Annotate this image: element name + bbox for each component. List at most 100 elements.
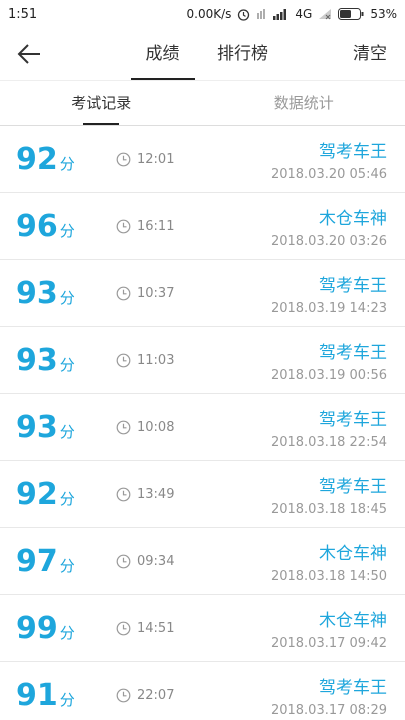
rank-title: 驾考车王	[319, 342, 387, 363]
tab-leaderboard[interactable]: 排行榜	[203, 28, 283, 80]
status-bar: 1:51 0.00K/s 4G 53%	[0, 0, 405, 28]
duration: 16:11	[116, 219, 174, 234]
duration-text: 22:07	[137, 687, 175, 703]
duration: 14:51	[116, 621, 174, 636]
tab-scores[interactable]: 成绩	[123, 28, 203, 80]
rank-title: 驾考车王	[319, 141, 387, 162]
clock-icon	[116, 353, 131, 367]
list-item[interactable]: 97 分 09:34 木仓车神 2018.03.18 14:50	[0, 528, 405, 595]
sub-tabs: 考试记录 数据统计	[0, 80, 405, 126]
record-datetime: 2018.03.20 05:46	[270, 166, 387, 182]
record-meta: 驾考车王 2018.03.17 08:29	[271, 673, 405, 718]
duration-text: 10:08	[137, 419, 175, 435]
score-unit: 分	[59, 489, 75, 508]
battery-icon	[338, 8, 364, 20]
duration-text: 13:49	[137, 486, 175, 502]
signal-icon	[273, 8, 289, 20]
score-unit: 分	[59, 288, 75, 307]
score-unit: 分	[59, 221, 75, 240]
clear-button[interactable]: 清空	[353, 28, 387, 80]
record-datetime: 2018.03.19 14:23	[270, 300, 387, 316]
subtab-exam-records[interactable]: 考试记录	[0, 81, 203, 125]
duration-text: 14:51	[137, 620, 175, 636]
record-datetime: 2018.03.17 09:42	[270, 635, 387, 651]
score-value: 97	[16, 543, 58, 579]
clock-icon	[116, 286, 131, 300]
duration-text: 16:11	[137, 218, 175, 234]
score-unit: 分	[59, 422, 75, 441]
score-unit: 分	[59, 690, 75, 709]
record-meta: 驾考车王 2018.03.19 00:56	[271, 338, 405, 383]
status-right: 0.00K/s 4G 53%	[187, 7, 398, 21]
score-unit: 分	[59, 355, 75, 374]
duration-text: 11:03	[137, 352, 175, 368]
list-item[interactable]: 99 分 14:51 木仓车神 2018.03.17 09:42	[0, 595, 405, 662]
main-tabs: 成绩 排行榜	[0, 28, 405, 80]
duration: 11:03	[116, 353, 174, 368]
list-item[interactable]: 91 分 22:07 驾考车王 2018.03.17 08:29	[0, 662, 405, 720]
record-meta: 驾考车王 2018.03.19 14:23	[271, 271, 405, 316]
duration-text: 09:34	[137, 553, 175, 569]
network-speed: 0.00K/s	[186, 7, 232, 21]
clock-icon	[116, 152, 131, 166]
score: 93 分	[0, 276, 110, 311]
record-datetime: 2018.03.19 00:56	[270, 367, 387, 383]
signal-x-icon	[318, 8, 332, 20]
duration: 22:07	[116, 688, 174, 703]
score-unit: 分	[59, 154, 75, 173]
subtab-statistics[interactable]: 数据统计	[203, 81, 405, 125]
clock-icon	[116, 420, 131, 434]
duration: 12:01	[116, 152, 174, 167]
score: 97 分	[0, 544, 110, 579]
record-list[interactable]: 92 分 12:01 驾考车王 2018.03.20 05:46 96 分 16:11 木仓车神…	[0, 126, 405, 720]
score: 91 分	[0, 678, 110, 713]
list-item[interactable]: 92 分 13:49 驾考车王 2018.03.18 18:45	[0, 461, 405, 528]
score: 92 分	[0, 142, 110, 177]
rank-title: 驾考车王	[319, 409, 387, 430]
record-meta: 木仓车神 2018.03.20 03:26	[271, 204, 405, 249]
record-datetime: 2018.03.18 14:50	[270, 568, 387, 584]
record-datetime: 2018.03.18 18:45	[270, 501, 387, 517]
clock-icon	[116, 487, 131, 501]
score-value: 93	[16, 275, 58, 311]
rank-title: 木仓车神	[319, 543, 387, 564]
record-meta: 驾考车王 2018.03.18 18:45	[271, 472, 405, 517]
duration-text: 10:37	[137, 285, 175, 301]
battery-level: 53%	[370, 7, 397, 21]
record-meta: 驾考车王 2018.03.20 05:46	[271, 137, 405, 182]
record-datetime: 2018.03.20 03:26	[270, 233, 387, 249]
clock-icon	[116, 621, 131, 635]
record-meta: 木仓车神 2018.03.18 14:50	[271, 539, 405, 584]
duration: 10:08	[116, 420, 174, 435]
duration: 10:37	[116, 286, 174, 301]
score-value: 91	[16, 677, 58, 713]
duration: 09:34	[116, 554, 174, 569]
score-value: 92	[16, 141, 58, 177]
score-value: 93	[16, 342, 58, 378]
record-meta: 木仓车神 2018.03.17 09:42	[271, 606, 405, 651]
clock-icon	[116, 554, 131, 568]
score: 99 分	[0, 611, 110, 646]
status-time: 1:51	[8, 6, 38, 22]
list-item[interactable]: 96 分 16:11 木仓车神 2018.03.20 03:26	[0, 193, 405, 260]
record-meta: 驾考车王 2018.03.18 22:54	[271, 405, 405, 450]
score-value: 96	[16, 208, 58, 244]
clock-icon	[116, 688, 131, 702]
score: 93 分	[0, 410, 110, 445]
list-item[interactable]: 93 分 10:37 驾考车王 2018.03.19 14:23	[0, 260, 405, 327]
record-datetime: 2018.03.17 08:29	[270, 702, 387, 718]
rank-title: 驾考车王	[319, 677, 387, 698]
top-nav: 成绩 排行榜 清空	[0, 28, 405, 80]
signal-off-icon	[256, 8, 267, 20]
score-value: 92	[16, 476, 58, 512]
score: 93 分	[0, 343, 110, 378]
score: 96 分	[0, 209, 110, 244]
score: 92 分	[0, 477, 110, 512]
list-item[interactable]: 92 分 12:01 驾考车王 2018.03.20 05:46	[0, 126, 405, 193]
clock-icon	[116, 219, 131, 233]
list-item[interactable]: 93 分 10:08 驾考车王 2018.03.18 22:54	[0, 394, 405, 461]
rank-title: 驾考车王	[319, 275, 387, 296]
score-value: 99	[16, 610, 58, 646]
list-item[interactable]: 93 分 11:03 驾考车王 2018.03.19 00:56	[0, 327, 405, 394]
score-value: 93	[16, 409, 58, 445]
